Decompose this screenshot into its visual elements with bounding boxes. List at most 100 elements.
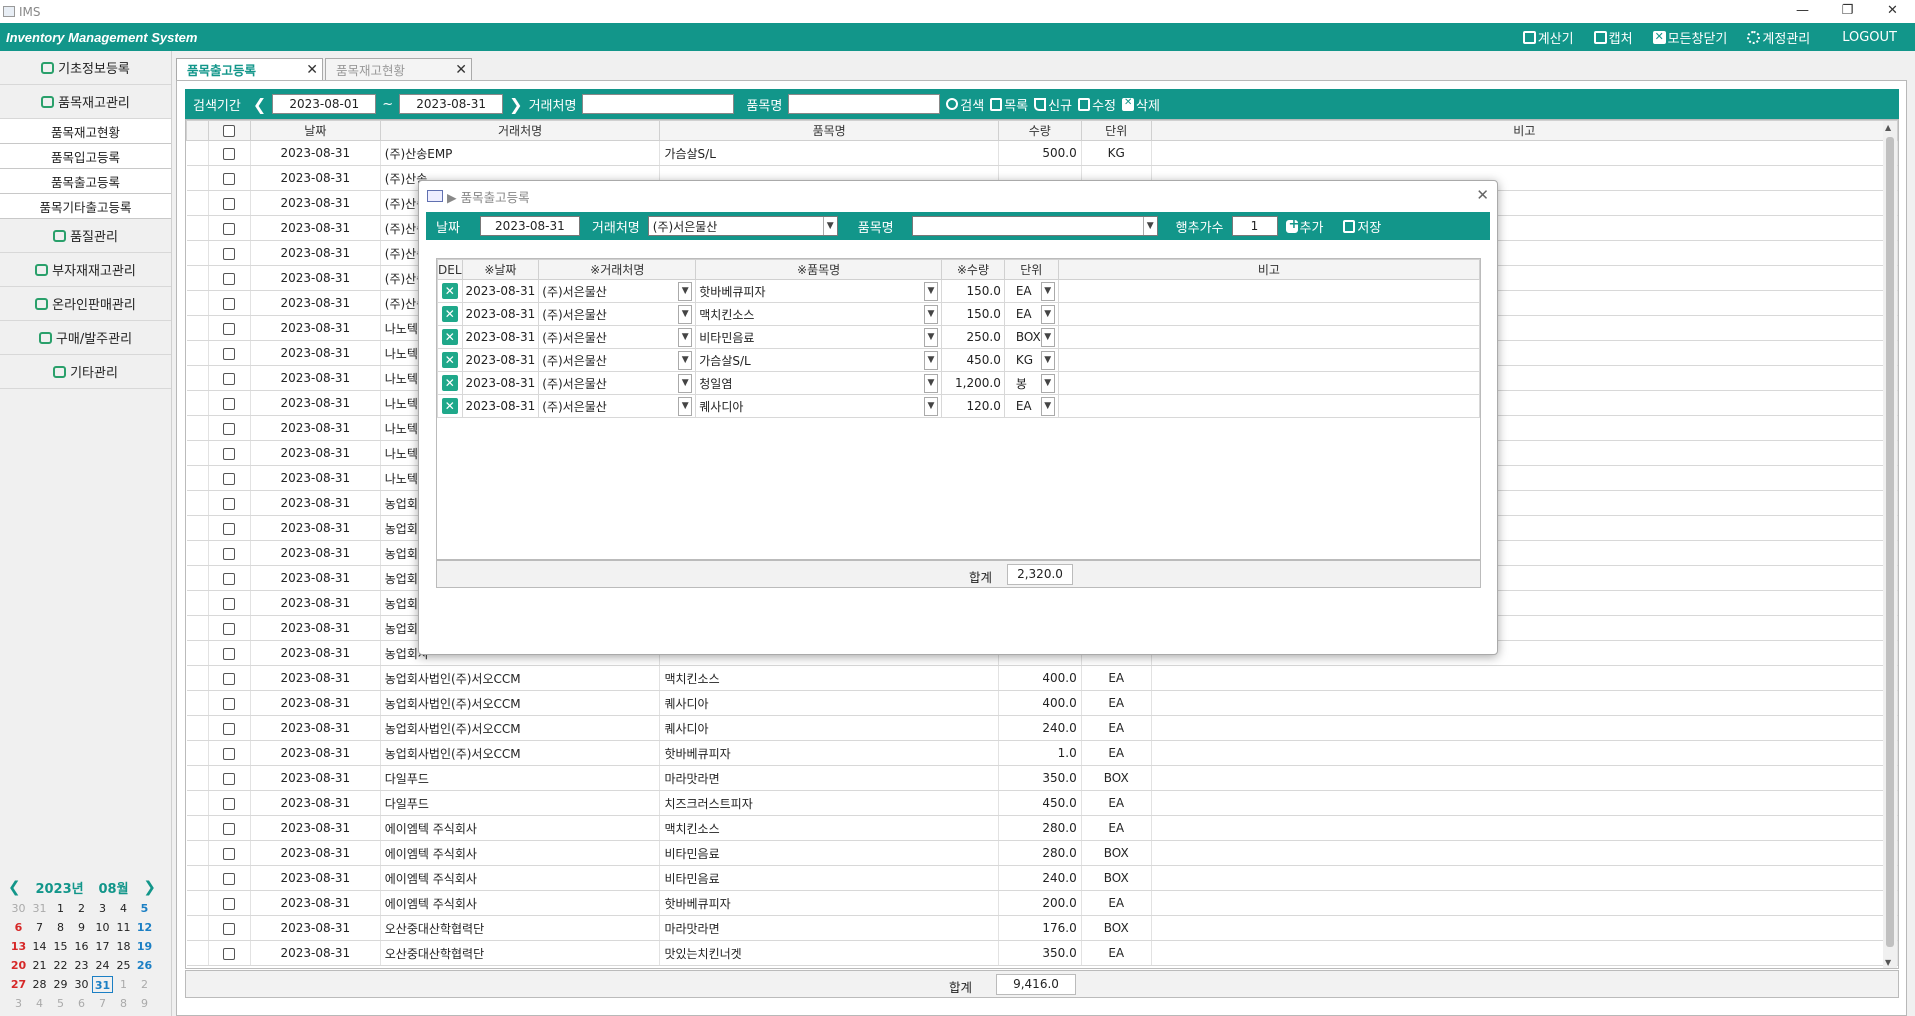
dialog-cell-unit[interactable]: BOX ▼ [1003, 325, 1059, 349]
dialog-cell-unit[interactable]: KG ▼ [1003, 348, 1059, 372]
account-button[interactable]: 계정관리 [1747, 28, 1810, 47]
calendar-day[interactable]: 24 [92, 957, 113, 974]
row-checkbox[interactable] [208, 890, 251, 916]
tab-stock-status[interactable]: 품목재고현황 ✕ [325, 58, 472, 80]
scroll-thumb[interactable] [1886, 137, 1894, 947]
calendar-day[interactable]: 18 [113, 938, 134, 955]
sidebar-item-etc[interactable]: 기타관리 [0, 355, 171, 389]
dialog-cell-unit[interactable]: 봉 ▼ [1003, 371, 1059, 395]
calendar-day[interactable]: 8 [50, 919, 71, 936]
chevron-down-icon[interactable]: ▼ [1040, 327, 1055, 347]
calendar-day[interactable]: 5 [50, 995, 71, 1012]
row-checkbox[interactable] [208, 440, 251, 466]
calendar-day[interactable]: 3 [92, 900, 113, 917]
calendar-day[interactable]: 4 [29, 995, 50, 1012]
calendar-day[interactable]: 9 [134, 995, 155, 1012]
dialog-cell-vendor[interactable]: (주)서은물산 ▼ [538, 371, 697, 395]
table-row[interactable]: 2023-08-31 오산중대산학협력단 맛있는치킨너겟 350.0 EA [186, 940, 1898, 966]
calendar-day[interactable]: 21 [29, 957, 50, 974]
dialog-cell-item[interactable]: 가슴살S/L ▼ [695, 348, 942, 372]
row-checkbox[interactable] [208, 940, 251, 966]
new-button[interactable]: 신규 [1034, 95, 1072, 114]
close-icon[interactable]: ✕ [1476, 186, 1489, 204]
capture-button[interactable]: 캡처 [1593, 28, 1633, 47]
calendar-day[interactable]: 11 [113, 919, 134, 936]
dialog-row[interactable]: ✕ 2023-08-31 (주)서은물산 ▼ 청일염 ▼ 1,200.0 봉 ▼ [437, 371, 1480, 395]
chevron-left-icon[interactable]: ❮ [8, 878, 21, 896]
dialog-cell-unit[interactable]: EA ▼ [1003, 302, 1059, 326]
table-row[interactable]: 2023-08-31 농업회사법인(주)서오CCM 맥치킨소스 400.0 EA [186, 665, 1898, 691]
dialog-cell-note[interactable] [1057, 371, 1480, 395]
row-checkbox[interactable] [208, 190, 251, 216]
dialog-row[interactable]: ✕ 2023-08-31 (주)서은물산 ▼ 가슴살S/L ▼ 450.0 KG ▼ [437, 348, 1480, 372]
row-checkbox[interactable] [208, 865, 251, 891]
calendar-day[interactable]: 14 [29, 938, 50, 955]
row-checkbox[interactable] [208, 590, 251, 616]
calendar-day[interactable]: 13 [8, 938, 29, 955]
list-button[interactable]: 목록 [990, 95, 1028, 114]
minimize-button[interactable]: — [1780, 0, 1825, 23]
chevron-down-icon[interactable]: ▼ [1040, 281, 1055, 301]
chevron-down-icon[interactable]: ▼ [1040, 304, 1055, 324]
sidebar-item-quality[interactable]: 품질관리 [0, 219, 171, 253]
row-checkbox[interactable] [208, 565, 251, 591]
table-row[interactable]: 2023-08-31 에이엠텍 주식회사 맥치킨소스 280.0 EA [186, 815, 1898, 841]
dialog-cell-item[interactable]: 핫바베큐피자 ▼ [695, 279, 942, 303]
sidebar-item-online-sales[interactable]: 온라인판매관리 [0, 287, 171, 321]
add-row-button[interactable]: 추가 [1285, 217, 1323, 236]
calendar-day[interactable]: 9 [71, 919, 92, 936]
dialog-cell-vendor[interactable]: (주)서은물산 ▼ [538, 325, 697, 349]
vendor-input[interactable] [582, 94, 735, 114]
chevron-right-icon[interactable]: ❯ [509, 95, 522, 114]
table-row[interactable]: 2023-08-31 농업회사법인(주)서오CCM 핫바베큐피자 1.0 EA [186, 740, 1898, 766]
chevron-left-icon[interactable]: ❮ [253, 95, 266, 114]
calendar-day[interactable]: 5 [134, 900, 155, 917]
row-checkbox[interactable] [208, 365, 251, 391]
calendar-day[interactable]: 29 [50, 976, 71, 993]
row-checkbox[interactable] [208, 790, 251, 816]
row-checkbox[interactable] [208, 140, 251, 166]
dialog-cell-date[interactable]: 2023-08-31 [461, 325, 540, 349]
dialog-cell-unit[interactable]: EA ▼ [1003, 279, 1059, 303]
chevron-down-icon[interactable]: ▼ [1040, 350, 1055, 370]
row-checkbox[interactable] [208, 215, 251, 241]
table-row[interactable]: 2023-08-31 다일푸드 치즈크러스트피자 450.0 EA [186, 790, 1898, 816]
row-count-input[interactable] [1231, 216, 1278, 236]
dialog-cell-qty[interactable]: 150.0 [941, 279, 1005, 303]
calendar-day[interactable]: 7 [92, 995, 113, 1012]
table-row[interactable]: 2023-08-31 농업회사법인(주)서오CCM 퀘사디아 400.0 EA [186, 690, 1898, 716]
sidebar-item-basic-info[interactable]: 기초정보등록 [0, 51, 171, 85]
chevron-down-icon[interactable]: ▼ [1040, 373, 1055, 393]
date-to-input[interactable] [399, 94, 504, 114]
calendar-day[interactable]: 30 [71, 976, 92, 993]
table-row[interactable]: 2023-08-31 에이엠텍 주식회사 비타민음료 280.0 BOX [186, 840, 1898, 866]
dialog-cell-item[interactable]: 비타민음료 ▼ [695, 325, 942, 349]
row-checkbox[interactable] [208, 315, 251, 341]
row-checkbox[interactable] [208, 415, 251, 441]
row-checkbox[interactable] [208, 540, 251, 566]
calendar-day[interactable]: 3 [8, 995, 29, 1012]
delete-button[interactable]: 삭제 [1121, 95, 1160, 114]
calendar-day[interactable]: 23 [71, 957, 92, 974]
calculator-button[interactable]: 계산기 [1522, 28, 1574, 47]
dialog-row[interactable]: ✕ 2023-08-31 (주)서은물산 ▼ 비타민음료 ▼ 250.0 BOX ▼ [437, 325, 1480, 349]
calendar-day[interactable]: 28 [29, 976, 50, 993]
row-checkbox[interactable] [208, 390, 251, 416]
chevron-down-icon[interactable]: ▼ [924, 304, 938, 324]
row-checkbox[interactable] [208, 640, 251, 666]
dialog-row[interactable]: ✕ 2023-08-31 (주)서은물산 ▼ 맥치킨소스 ▼ 150.0 EA ▼ [437, 302, 1480, 326]
chevron-down-icon[interactable]: ▼ [678, 304, 693, 324]
row-checkbox[interactable] [208, 165, 251, 191]
calendar-day[interactable]: 31 [29, 900, 50, 917]
row-checkbox[interactable] [208, 265, 251, 291]
chevron-down-icon[interactable]: ▼ [678, 350, 693, 370]
dialog-cell-qty[interactable]: 120.0 [941, 394, 1005, 418]
delete-row-button[interactable]: ✕ [437, 348, 463, 372]
dialog-cell-vendor[interactable]: (주)서은물산 ▼ [538, 279, 697, 303]
delete-row-button[interactable]: ✕ [437, 279, 463, 303]
dialog-row[interactable]: ✕ 2023-08-31 (주)서은물산 ▼ 핫바베큐피자 ▼ 150.0 EA ▼ [437, 279, 1480, 303]
close-all-button[interactable]: 모든창닫기 [1652, 28, 1727, 47]
calendar-day[interactable]: 2 [134, 976, 155, 993]
row-checkbox[interactable] [208, 840, 251, 866]
chevron-down-icon[interactable]: ▼ [924, 396, 938, 416]
